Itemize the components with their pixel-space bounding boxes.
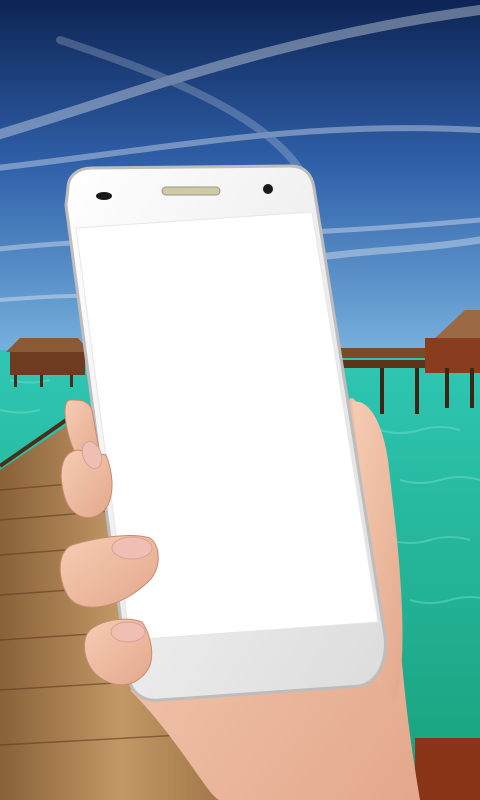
boat-corner bbox=[415, 738, 480, 800]
photo-scene bbox=[0, 0, 480, 800]
front-camera bbox=[263, 184, 273, 194]
proximity-sensor bbox=[96, 192, 112, 200]
scene-illustration bbox=[0, 0, 480, 800]
speaker-grille bbox=[161, 186, 221, 196]
